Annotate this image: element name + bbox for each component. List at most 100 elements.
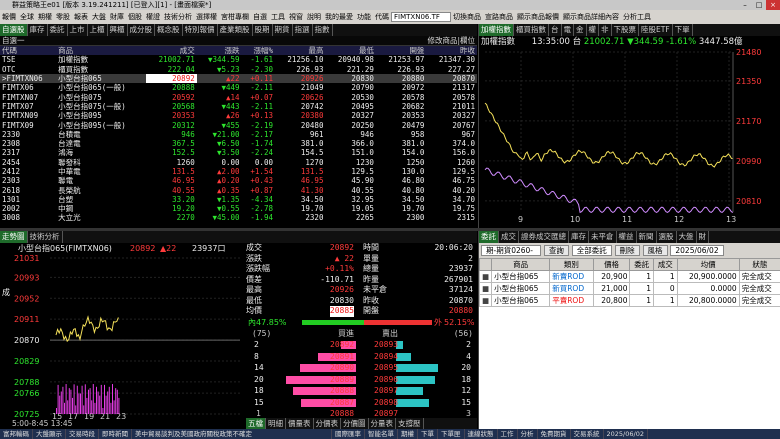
quote-row[interactable]: FIMTX07 小型台指075(一般) 20568 ▼443 -2.11 20742 204…: [0, 102, 477, 111]
account-select[interactable]: 期-期貨0260-: [481, 245, 541, 256]
quote-row[interactable]: FIMTXN09 小型台指095 20353 ▲26 +0.13 20380 20327 20…: [0, 111, 477, 120]
tab[interactable]: 新聞: [637, 231, 657, 243]
menu-item[interactable]: 期權: [36, 10, 54, 24]
tab[interactable]: 加權指數: [479, 24, 514, 36]
quote-row[interactable]: 2303 聯電 46.95 ▲0.20 +0.43 46.95 45.90 46.80 46.7…: [0, 176, 477, 185]
tab[interactable]: 委託: [479, 231, 499, 243]
tab[interactable]: 興櫃: [108, 24, 128, 36]
bid-price[interactable]: 20888: [330, 385, 354, 397]
order-column-header[interactable]: 狀態: [738, 258, 780, 271]
toolbar-item[interactable]: 分析工具: [621, 10, 653, 24]
code-input[interactable]: FIMTXN06.TF: [391, 12, 451, 22]
book-row[interactable]: 2 20892 20893 2: [246, 339, 477, 351]
tab[interactable]: 五檔: [246, 418, 266, 429]
tab[interactable]: 產業類股: [218, 24, 253, 36]
menu-item[interactable]: 大盤: [90, 10, 108, 24]
quote-row[interactable]: 2002 中鋼 19.20 ▼0.55 -2.78 19.70 19.05 19.70 19.7…: [0, 204, 477, 213]
tab[interactable]: 概念股: [155, 24, 183, 36]
menu-item[interactable]: 零股: [54, 10, 72, 24]
tab[interactable]: 下單: [673, 24, 693, 36]
menu-item[interactable]: 說明: [305, 10, 323, 24]
tab[interactable]: 金: [574, 24, 587, 36]
toolbar-item[interactable]: 顯示商品詳細內容: [561, 10, 621, 24]
delete-button[interactable]: 刪除: [614, 245, 640, 256]
bid-price[interactable]: 20891: [330, 351, 354, 363]
ask-price[interactable]: 20893: [374, 339, 398, 351]
tab[interactable]: 委託: [48, 24, 68, 36]
tab[interactable]: 明細: [266, 418, 286, 429]
quote-row[interactable]: 2454 聯發科 1260 0.00 0.00 1270 1230 1250 1260: [0, 158, 477, 167]
book-row[interactable]: 14 20890 20895 20: [246, 362, 477, 374]
tab[interactable]: 權益: [617, 231, 637, 243]
taskbar-item[interactable]: 交易系統: [571, 429, 604, 439]
date-field[interactable]: 2025/06/02: [670, 245, 724, 256]
order-column-header[interactable]: 委託: [629, 258, 655, 271]
menu-item[interactable]: 報價: [0, 10, 18, 24]
tab[interactable]: 電: [562, 24, 574, 36]
tab[interactable]: 技術分析: [28, 231, 63, 243]
quote-row[interactable]: 2308 台達電 367.5 ▼6.50 -1.74 381.0 366.0 381.0 374…: [0, 139, 477, 148]
tab[interactable]: 上櫃: [88, 24, 108, 36]
tab[interactable]: 支撐壓: [396, 418, 424, 429]
row-checkbox[interactable]: ■: [479, 270, 493, 283]
quote-row[interactable]: FIMTXN07 小型台指075 20592 ▲14 +0.07 20626 20530 20…: [0, 92, 477, 102]
column-header[interactable]: 開盤: [376, 46, 426, 55]
bid-price[interactable]: 20889: [330, 374, 354, 386]
book-row[interactable]: 20 20889 20896 18: [246, 374, 477, 386]
menu-item[interactable]: 選擇權: [194, 10, 219, 24]
quote-row[interactable]: FIMTX06 小型台指065(一般) 20888 ▼449 -2.11 21049 207…: [0, 83, 477, 92]
menu-item[interactable]: 我的最愛: [323, 10, 355, 24]
maximize-icon[interactable]: □: [752, 0, 766, 10]
tab[interactable]: 自選股: [0, 24, 28, 36]
order-row[interactable]: ■ 小型台指065 新買ROD 21,000 1 0 0.0000 完全成交: [479, 282, 780, 295]
tab[interactable]: 選股: [657, 231, 677, 243]
style-button[interactable]: 風格: [642, 245, 668, 256]
quote-row[interactable]: 2618 長榮航 40.55 ▲0.35 +0.87 41.30 40.55 40.80 40.…: [0, 185, 477, 195]
taskbar-item[interactable]: 免費期貨: [538, 429, 571, 439]
taskbar-item[interactable]: 下單匣: [438, 429, 465, 439]
taskbar-item[interactable]: 智能名單: [365, 429, 398, 439]
column-header[interactable]: 漲幅%: [242, 46, 275, 55]
ask-price[interactable]: 20896: [374, 374, 398, 386]
watchlist-name[interactable]: 自選一: [0, 36, 25, 45]
quote-row[interactable]: 2330 台積電 946 ▼21.00 -2.17 961 946 958 967: [0, 130, 477, 139]
tab[interactable]: 成分股: [128, 24, 155, 36]
tab[interactable]: 非: [599, 24, 612, 36]
futures-intraday-chart[interactable]: 21031 20993 20952 20911 20870 20829 20788 20766…: [12, 254, 244, 420]
tab[interactable]: 期貨: [273, 24, 293, 36]
taskbar-item[interactable]: 下單: [418, 429, 438, 439]
toolbar-item[interactable]: 宣路商品: [483, 10, 515, 24]
column-header[interactable]: 商品: [56, 46, 146, 55]
tab[interactable]: 上市: [68, 24, 88, 36]
row-checkbox[interactable]: ■: [479, 294, 493, 307]
ask-price[interactable]: 20898: [374, 397, 398, 409]
order-column-header[interactable]: 商品: [491, 258, 551, 271]
column-header[interactable]: 漲跌: [197, 46, 242, 55]
tab[interactable]: 分價表: [314, 418, 341, 429]
toolbar-item[interactable]: 顯示商品報價: [515, 10, 561, 24]
close-icon[interactable]: ×: [766, 0, 780, 10]
menu-item[interactable]: 權證: [144, 10, 162, 24]
quote-row[interactable]: TSE 加權指數 21002.71 ▼344.59 -1.61 21256.10 20940…: [0, 55, 477, 64]
menu-item[interactable]: 個股: [126, 10, 144, 24]
taskbar-item[interactable]: 連線狀態: [465, 429, 498, 439]
tab[interactable]: 財: [697, 231, 709, 243]
tab[interactable]: 價量表: [286, 418, 314, 429]
bid-price[interactable]: 20887: [330, 397, 354, 409]
bid-price[interactable]: 20890: [330, 362, 354, 374]
tab[interactable]: 指數: [313, 24, 333, 36]
taskbar-item[interactable]: 期權: [398, 429, 418, 439]
menu-item[interactable]: 宮柑專欄: [219, 10, 251, 24]
menu-item[interactable]: 視窗: [287, 10, 305, 24]
tab[interactable]: 走勢圖: [0, 231, 28, 243]
tab[interactable]: 下股票: [612, 24, 639, 36]
order-column-header[interactable]: 類別: [549, 258, 594, 271]
taskbar-item[interactable]: 即時新聞: [99, 429, 132, 439]
query-button[interactable]: 查詢: [543, 245, 569, 256]
quote-row[interactable]: 2317 鴻海 152.5 ▼3.50 -2.24 154.5 151.0 154.0 156.…: [0, 148, 477, 157]
taskbar-item[interactable]: 分析: [518, 429, 538, 439]
taskbar-item[interactable]: 國際匯率: [332, 429, 365, 439]
tab[interactable]: 大盤: [677, 231, 697, 243]
filter-select[interactable]: 全部委託: [571, 245, 612, 256]
order-column-header[interactable]: 成交: [653, 258, 678, 271]
